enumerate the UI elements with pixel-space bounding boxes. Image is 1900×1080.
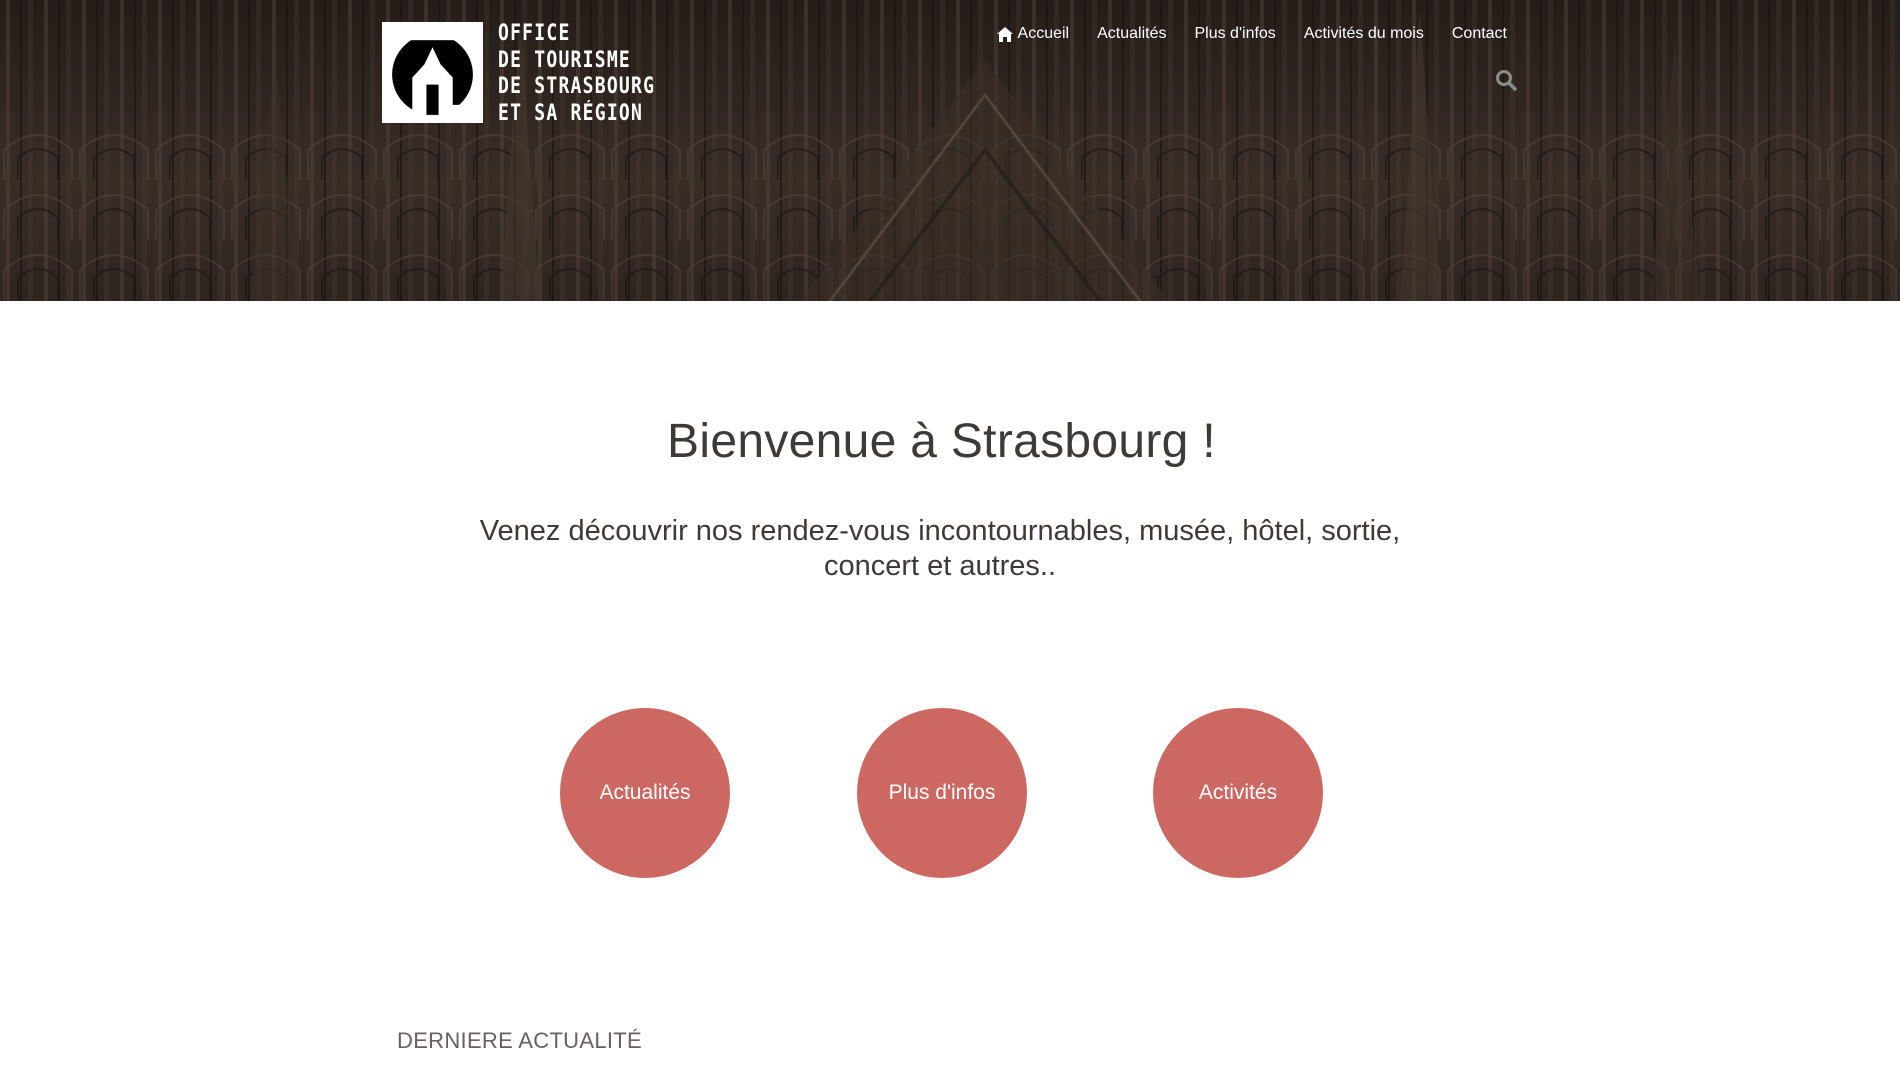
- logo-line-3: DE STRASBOURG: [498, 74, 656, 99]
- home-icon: [996, 26, 1013, 42]
- logo-line-2: DE TOURISME: [498, 47, 632, 73]
- nav-item-activites-du-mois[interactable]: Activités du mois: [1290, 22, 1438, 46]
- circle-label: Activités: [1198, 781, 1278, 804]
- nav-item-contact[interactable]: Contact: [1438, 22, 1507, 46]
- cathedral-background-image: [0, 0, 1900, 301]
- nav-item-label: Contact: [1451, 25, 1507, 42]
- page-title: Bienvenue à Strasbourg !: [667, 415, 1216, 468]
- nav-item-label: Plus d'infos: [1194, 25, 1276, 42]
- subtitle-line-1: Venez découvrir nos rendez-vous incontou…: [479, 515, 1401, 547]
- nav-item-actualites[interactable]: Actualités: [1083, 22, 1180, 46]
- actualites-circle-button[interactable]: Actualités: [560, 708, 730, 878]
- site-logo[interactable]: OFFICE DE TOURISME DE STRASBOURG ET SA R…: [382, 21, 682, 126]
- nav-item-label: Activités du mois: [1303, 25, 1424, 42]
- activites-circle-button[interactable]: Activités: [1153, 708, 1323, 878]
- hero-banner: OFFICE DE TOURISME DE STRASBOURG ET SA R…: [0, 0, 1900, 301]
- cathedral-logo-icon: [382, 22, 483, 123]
- latest-news-heading: DERNIERE ACTUALITÉ: [397, 1028, 643, 1053]
- search-button[interactable]: [1494, 68, 1518, 92]
- nav-item-label: Accueil: [1017, 25, 1070, 42]
- circle-label: Actualités: [599, 781, 691, 804]
- subtitle-line-2: concert et autres..: [823, 550, 1057, 582]
- logo-wordmark: OFFICE DE TOURISME DE STRASBOURG ET SA R…: [498, 21, 690, 127]
- main-nav: Accueil Actualités Plus d'infos Activité…: [983, 22, 1507, 46]
- nav-item-plus-infos[interactable]: Plus d'infos: [1180, 22, 1289, 46]
- logo-line-4: ET SA RÉGION: [498, 100, 644, 126]
- page-subtitle: Venez découvrir nos rendez-vous incontou…: [390, 514, 1490, 584]
- circle-label: Plus d'infos: [888, 781, 996, 804]
- nav-item-accueil[interactable]: Accueil: [983, 22, 1084, 46]
- nav-item-label: Actualités: [1097, 25, 1167, 42]
- plus-infos-circle-button[interactable]: Plus d'infos: [857, 708, 1027, 878]
- logo-line-1: OFFICE: [498, 21, 571, 46]
- search-icon: [1496, 70, 1517, 91]
